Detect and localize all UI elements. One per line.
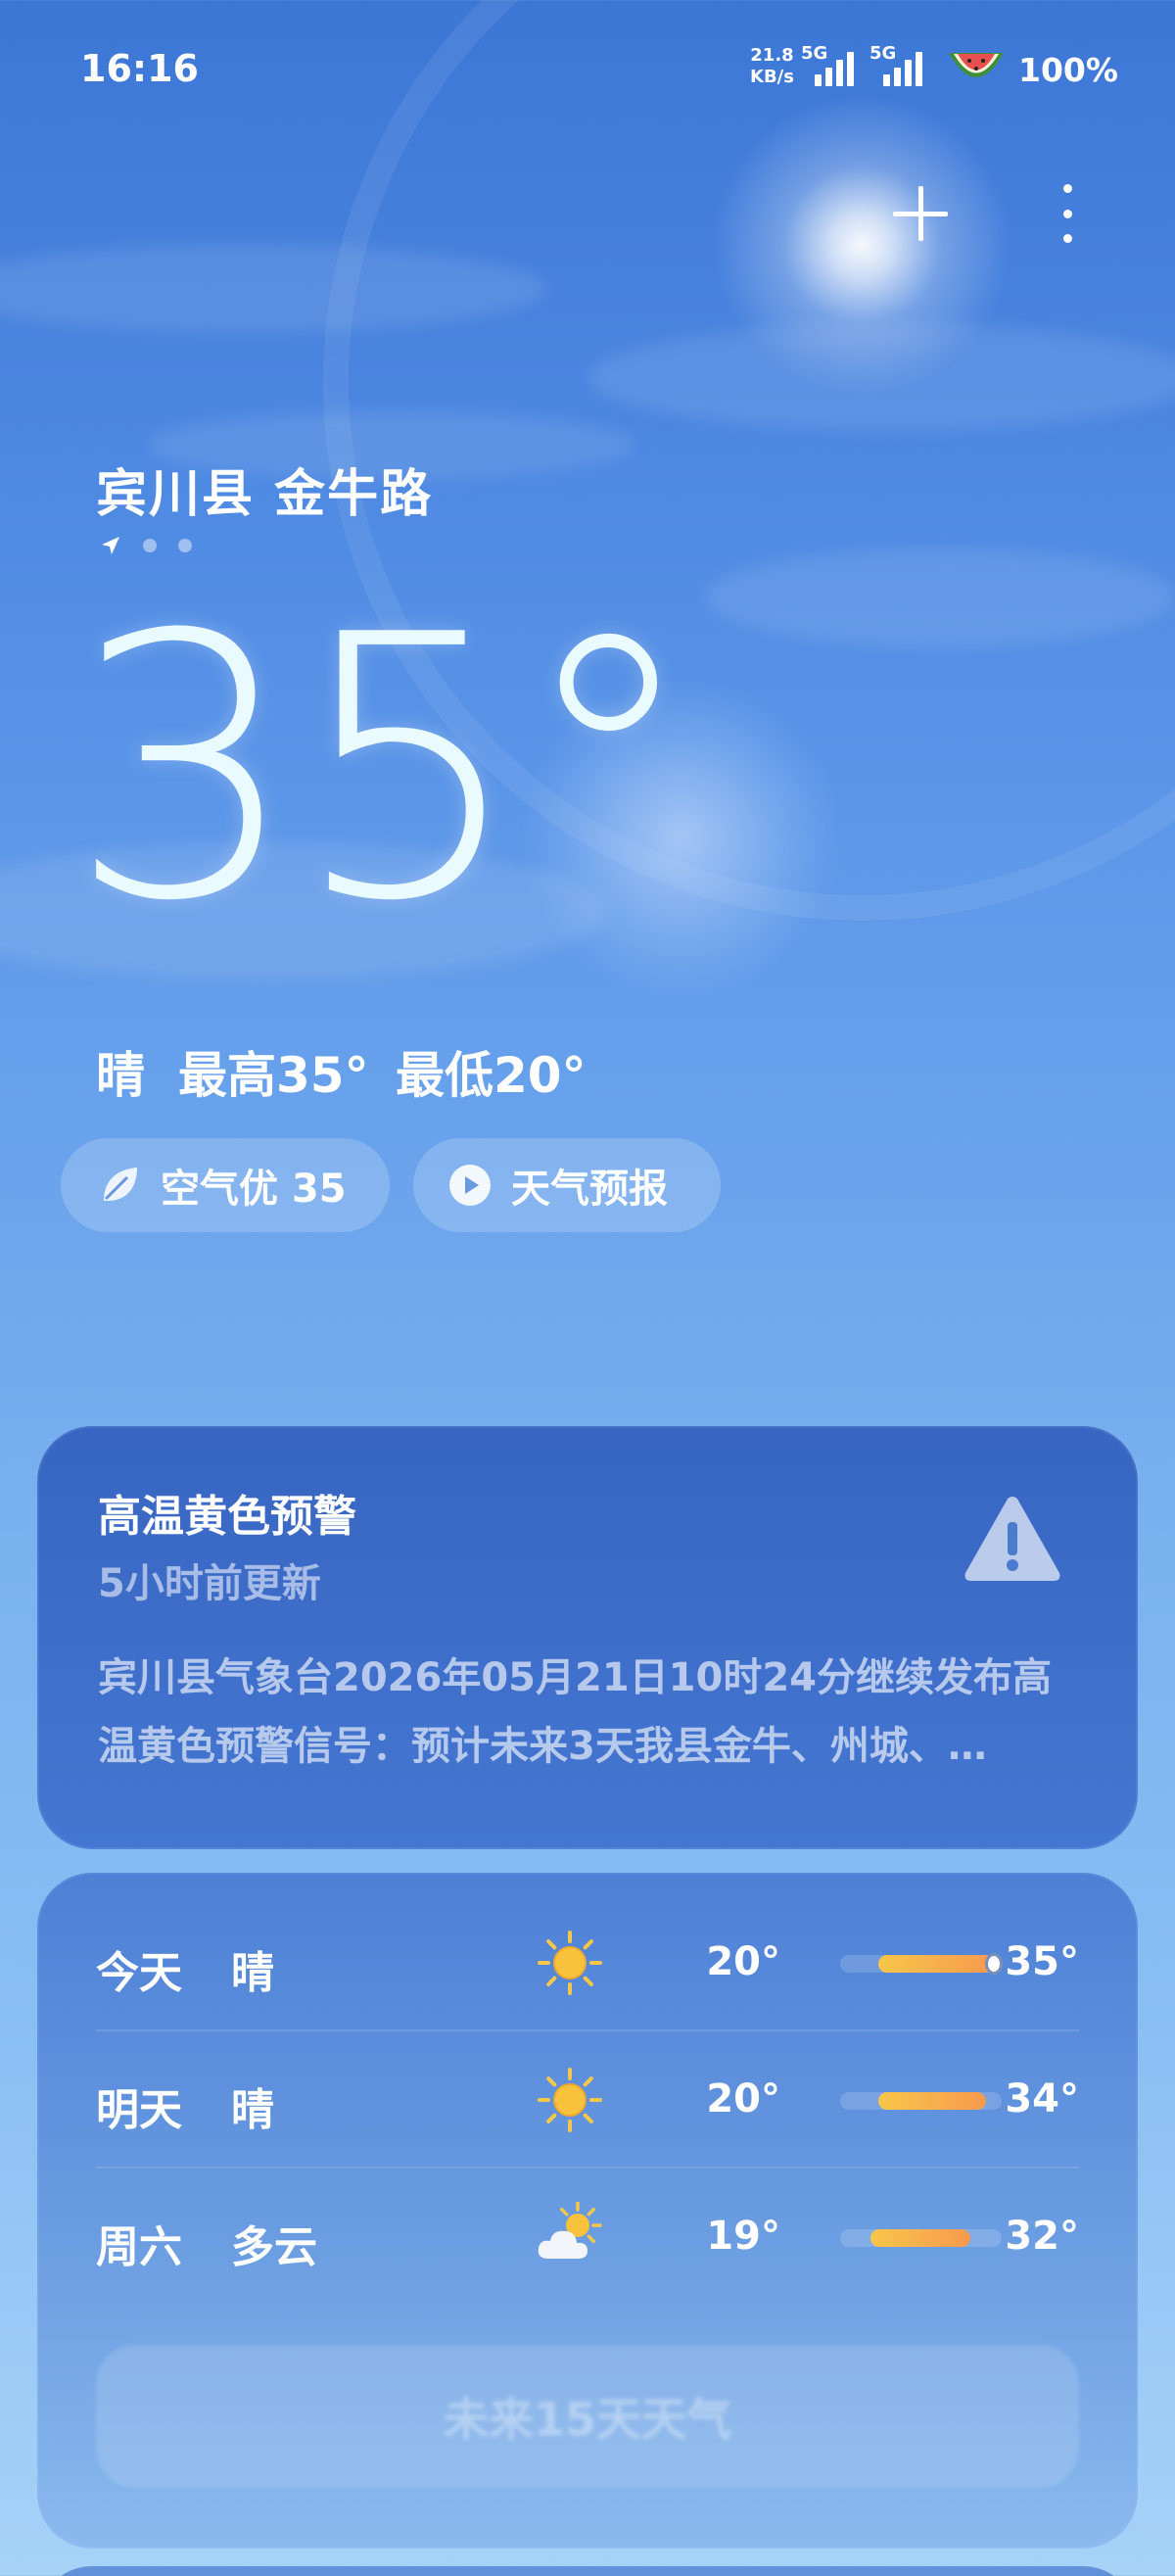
network-speed-value: 21.8: [750, 45, 794, 66]
weather-forecast-label: 天气预报: [511, 1167, 668, 1212]
temperature-range-bar: [840, 2092, 1002, 2110]
forecast-day-row[interactable]: 明天晴 20° 34°: [96, 2031, 1079, 2169]
alert-title: 高温黄色预警: [98, 1492, 356, 1542]
current-condition: 晴: [96, 1047, 145, 1104]
temperature-range-bar: [840, 1953, 1004, 1975]
warning-triangle-icon: [964, 1497, 1060, 1581]
battery-percentage: 100%: [1018, 51, 1118, 89]
forecast-day-condition: 晴: [231, 2085, 274, 2135]
air-quality-label: 空气优 35: [161, 1167, 347, 1212]
temperature-range-fill: [878, 1955, 995, 1973]
cloud-wisp: [705, 549, 1175, 646]
daily-forecast-card: 今天晴 20° 35° 明天晴 20° 34° 周六 多云 19° 32° 未来15天天气: [37, 1873, 1138, 2549]
forecast-high-temp: 35°: [1005, 1939, 1079, 1984]
more-dot: [1062, 184, 1072, 193]
forecast-day-condition: 晴: [231, 1948, 274, 1998]
status-time: 16:16: [80, 47, 199, 90]
air-quality-chip[interactable]: 空气优 35: [61, 1138, 390, 1232]
cloud-wisp: [0, 245, 548, 333]
page-dot: [178, 539, 192, 552]
temperature-range-bar: [840, 2229, 1002, 2247]
status-bar: 16:16 21.8 KB/s 5G 5G 100%: [0, 0, 1175, 137]
today-high: 最高35°: [178, 1047, 369, 1104]
forecast-low-temp: 20°: [706, 2076, 780, 2122]
location-arrow-icon: [102, 537, 119, 554]
city-page-indicator: [100, 535, 192, 556]
temperature-range-fill: [878, 2092, 987, 2110]
weather-alert-card[interactable]: 高温黄色预警 5小时前更新 宾川县气象台2026年05月21日10时24分继续发…: [37, 1426, 1138, 1849]
next-card-peek: [37, 2566, 1138, 2576]
signal-strength-icon: [883, 51, 922, 86]
weather-forecast-chip[interactable]: 天气预报: [413, 1138, 721, 1232]
forecast-day-name: 周六: [96, 2222, 182, 2272]
watermelon-battery-icon: [949, 53, 1004, 77]
more-dot: [1062, 209, 1072, 218]
today-low: 最低20°: [396, 1047, 587, 1104]
forecast-low-temp: 20°: [706, 1939, 780, 1984]
page-dot: [143, 539, 157, 552]
current-temp-marker: [985, 1953, 1004, 1975]
network-speed: 21.8 KB/s: [750, 45, 794, 88]
partly-cloudy-icon: [535, 2201, 605, 2272]
more-dot: [1062, 234, 1072, 243]
forecast-day-row[interactable]: 周六 多云 19° 32°: [96, 2169, 1079, 2306]
condition-summary: 晴最高35° 最低20°: [96, 1036, 587, 1107]
network-speed-unit: KB/s: [750, 67, 794, 87]
alert-body-text: 宾川县气象台2026年05月21日10时24分继续发布高温黄色预警信号：预计未来…: [98, 1655, 1052, 1769]
alert-updated-time: 5小时前更新: [98, 1561, 321, 1606]
forecast-day-condition: 多云: [231, 2222, 317, 2272]
sun-icon: [535, 2065, 605, 2135]
location-name[interactable]: 宾川县 金牛路: [96, 453, 433, 526]
signal-strength-icon: [815, 51, 854, 86]
forecast-low-temp: 19°: [706, 2214, 780, 2259]
forecast-day-name: 今天: [96, 1948, 182, 1998]
more-days-forecast-button[interactable]: 未来15天天气: [96, 2345, 1079, 2488]
forecast-day-row[interactable]: 今天晴 20° 35°: [96, 1894, 1079, 2031]
cloud-wisp: [588, 323, 1175, 431]
play-icon: [449, 1165, 491, 1206]
add-city-button[interactable]: [891, 184, 950, 243]
forecast-day-name: 明天: [96, 2085, 182, 2135]
leaf-icon: [104, 1168, 137, 1201]
temperature-range-fill: [870, 2229, 971, 2247]
more-options-button[interactable]: [1048, 182, 1087, 245]
current-temperature: 35°: [69, 559, 699, 980]
forecast-high-temp: 34°: [1005, 2076, 1079, 2122]
forecast-high-temp: 32°: [1005, 2214, 1079, 2259]
sun-icon: [535, 1928, 605, 1998]
